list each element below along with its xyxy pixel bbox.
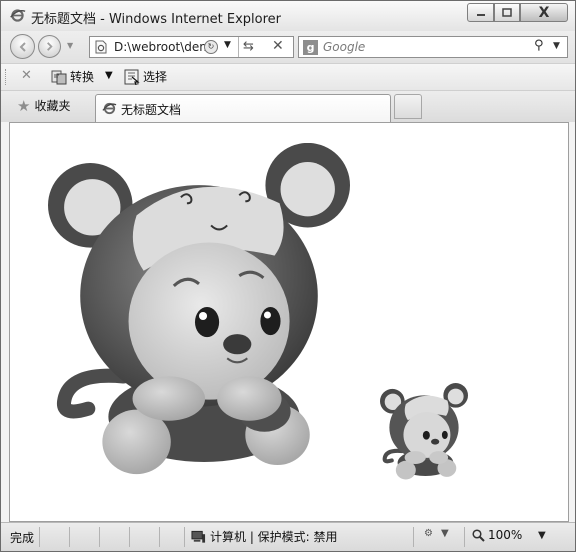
maximize-button[interactable] (494, 3, 520, 22)
ie-window: 无标题文档 - Windows Internet Explorer X ▼ D:… (0, 0, 576, 552)
convert-icon (51, 70, 67, 84)
zoom-dropdown-icon[interactable]: ▼ (538, 530, 546, 541)
select-label: 选择 (143, 70, 168, 84)
status-divider (184, 527, 185, 547)
search-input[interactable] (323, 39, 523, 55)
page-content (9, 122, 569, 522)
convert-button[interactable]: 转换 (51, 68, 94, 85)
toolbar-close-icon[interactable]: ✕ (21, 68, 32, 83)
window-title: 无标题文档 - Windows Internet Explorer (31, 12, 281, 27)
page-icon (95, 40, 107, 54)
status-divider (39, 527, 40, 547)
address-separator (238, 37, 239, 57)
forward-arrow-icon (47, 42, 53, 51)
search-icon[interactable]: ⚲ (534, 38, 544, 53)
add-on-status[interactable]: ⚙ ▼ (424, 528, 449, 539)
navigation-bar: ▼ D:\webroot\dem ↻ ▼ ⇆ ✕ g ⚲ ▼ (1, 31, 575, 63)
back-button[interactable] (10, 34, 35, 59)
refresh-icon[interactable]: ⇆ (243, 39, 254, 54)
close-button[interactable]: X (520, 3, 568, 22)
compatibility-view-icon[interactable]: ↻ (204, 40, 218, 54)
address-dropdown-icon[interactable]: ▼ (224, 40, 231, 50)
maximize-icon (502, 7, 512, 17)
forward-button[interactable] (38, 35, 61, 58)
ie-page-icon (102, 102, 117, 115)
status-divider (159, 527, 160, 547)
zoom-icon (472, 528, 485, 542)
star-icon: ★ (17, 96, 31, 115)
tab-untitled[interactable]: 无标题文档 (95, 94, 391, 124)
status-divider (129, 527, 130, 547)
title-bar: 无标题文档 - Windows Internet Explorer X (1, 1, 575, 31)
ie-logo-icon (10, 9, 26, 22)
search-options-dropdown-icon[interactable]: ▼ (553, 41, 560, 51)
zoom-control[interactable]: 100% (472, 528, 522, 542)
favorites-label: 收藏夹 (34, 99, 71, 113)
add-on-dropdown-icon: ▼ (440, 528, 449, 539)
zone-label: 计算机 | 保护模式: 禁用 (210, 530, 338, 544)
back-arrow-icon (19, 41, 26, 52)
add-on-icon: ⚙ (424, 528, 433, 539)
select-button[interactable]: 选择 (124, 68, 167, 85)
search-box[interactable]: g ⚲ ▼ (298, 36, 568, 58)
tab-label: 无标题文档 (121, 103, 182, 117)
status-divider (69, 527, 70, 547)
minimize-button[interactable] (467, 3, 494, 22)
address-bar[interactable]: D:\webroot\dem ↻ ▼ ⇆ ✕ (89, 36, 294, 58)
select-icon (124, 69, 140, 85)
tab-bar: ★ 收藏夹 无标题文档 (1, 90, 575, 124)
zoom-label: 100% (488, 528, 523, 542)
close-icon: X (538, 4, 550, 21)
convert-label: 转换 (70, 70, 95, 84)
status-divider (413, 527, 414, 547)
status-divider (464, 527, 465, 547)
status-divider (99, 527, 100, 547)
google-g-icon: g (303, 40, 318, 55)
large-monkey-image (48, 143, 350, 475)
status-bar: 完成 计算机 | 保护模式: 禁用 ⚙ ▼ 100% ▼ (1, 522, 575, 551)
status-text: 完成 (10, 531, 35, 545)
security-zone[interactable]: 计算机 | 保护模式: 禁用 (191, 528, 338, 545)
favorites-button[interactable]: ★ 收藏夹 (17, 97, 70, 114)
toolbar-grip[interactable] (5, 69, 8, 85)
stop-icon[interactable]: ✕ (272, 38, 284, 54)
command-bar: ✕ 转换 ▼ 选择 (1, 63, 575, 90)
minimize-icon (476, 13, 485, 16)
computer-icon (191, 530, 206, 543)
new-tab-button[interactable] (394, 94, 422, 119)
convert-dropdown-icon[interactable]: ▼ (105, 70, 113, 81)
small-monkey-image (380, 383, 468, 480)
history-dropdown-icon[interactable]: ▼ (67, 41, 73, 50)
address-input[interactable]: D:\webroot\dem (114, 40, 206, 54)
